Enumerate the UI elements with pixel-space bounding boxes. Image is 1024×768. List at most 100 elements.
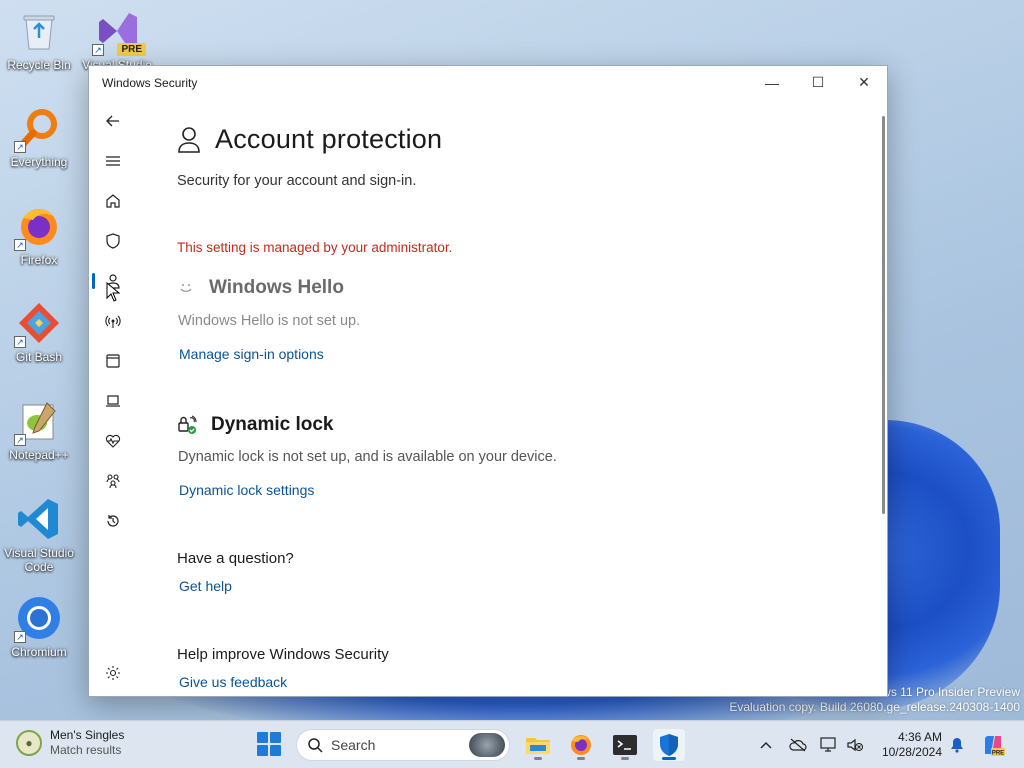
hamburger-menu-icon [106, 156, 120, 166]
back-button[interactable] [89, 103, 137, 139]
shortcut-arrow-icon: ↗ [92, 44, 104, 56]
start-button[interactable] [257, 732, 281, 756]
desktop-icon-git-bash[interactable]: ↗ Git Bash [0, 300, 78, 364]
nav-family-options[interactable] [89, 463, 137, 499]
manage-sign-in-options-link[interactable]: Manage sign-in options [179, 346, 324, 362]
dynamic-lock-description: Dynamic lock is not set up, and is avail… [178, 449, 557, 465]
back-arrow-icon [106, 115, 119, 127]
nav-settings[interactable] [89, 655, 137, 691]
taskbar-windows-security[interactable] [653, 729, 685, 761]
svg-text:PRE: PRE [992, 751, 1004, 757]
give-feedback-link[interactable]: Give us feedback [179, 674, 287, 690]
get-help-link[interactable]: Get help [179, 578, 232, 594]
terminal-icon [613, 735, 637, 755]
dynamic-lock-icon [178, 415, 197, 434]
notifications-button[interactable] [947, 735, 967, 755]
search-placeholder: Search [331, 737, 376, 753]
copilot-preview-button[interactable]: PRE [980, 732, 1006, 758]
shortcut-arrow-icon: ↗ [14, 434, 26, 446]
recycle-bin-icon [16, 8, 62, 54]
browser-window-icon [106, 354, 120, 368]
shortcut-arrow-icon: ↗ [14, 239, 26, 251]
desktop-icon-everything[interactable]: ↗ Everything [0, 105, 78, 169]
nav-device-performance-health[interactable] [89, 423, 137, 459]
desktop-icon-vscode[interactable]: Visual Studio Code [0, 496, 78, 574]
firefox-icon: ↗ [14, 203, 62, 251]
watermark-line-2: Evaluation copy. Build 26080.ge_release.… [729, 700, 1020, 714]
page-title: Account protection [215, 124, 443, 154]
speaker-muted-icon [847, 738, 864, 752]
taskbar-search-box[interactable]: Search [296, 729, 510, 761]
shield-icon [660, 734, 678, 756]
windows-logo-icon [257, 732, 268, 743]
windows-hello-description: Windows Hello is not set up. [178, 313, 361, 329]
smiley-hello-icon [180, 284, 192, 292]
dynamic-lock-title: Dynamic lock [211, 414, 334, 435]
page-header: Account protection [177, 124, 442, 155]
desktop-icon-label: Visual Studio Code [4, 546, 74, 574]
taskbar-terminal[interactable] [609, 729, 641, 761]
running-indicator [621, 757, 629, 760]
shortcut-arrow-icon: ↗ [14, 631, 26, 643]
vertical-scrollbar[interactable] [882, 116, 885, 514]
search-highlight-image [469, 733, 505, 757]
minimize-button[interactable]: — [749, 66, 795, 99]
desktop-icon-notepadpp[interactable]: ↗ Notepad++ [0, 398, 78, 462]
taskbar: ● Men's Singles Match results Search 4:3… [0, 720, 1024, 768]
nav-virus-threat-protection[interactable] [89, 223, 137, 259]
onedrive-status[interactable] [788, 735, 808, 755]
show-hidden-icons-button[interactable] [756, 735, 776, 755]
title-bar[interactable]: Windows Security — ☐ ✕ [89, 66, 887, 99]
chevron-up-icon [760, 742, 772, 749]
windows-logo-tile [270, 732, 281, 743]
desktop-icon-visual-studio[interactable]: PRE ↗ Visual Studio 2022 [78, 8, 156, 72]
git-bash-icon: ↗ [14, 300, 62, 348]
windows-hello-header: Windows Hello [177, 277, 344, 299]
cloud-offline-icon [789, 738, 807, 752]
desktop-icon-firefox[interactable]: ↗ Firefox [0, 203, 78, 267]
dynamic-lock-settings-link[interactable]: Dynamic lock settings [179, 482, 314, 498]
desktop-icon-label: Everything [10, 155, 68, 169]
widget-subtitle: Match results [50, 743, 122, 757]
laptop-icon [106, 395, 120, 407]
nav-app-browser-control[interactable] [89, 343, 137, 379]
admin-managed-notice: This setting is managed by your administ… [177, 240, 453, 255]
windows-security-window: Windows Security — ☐ ✕ Account protectio… [88, 65, 888, 697]
have-a-question-heading: Have a question? [177, 550, 294, 567]
window-title: Windows Security [102, 75, 198, 90]
nav-device-security[interactable] [89, 383, 137, 419]
desktop-icon-label: Recycle Bin [7, 58, 71, 72]
widgets-button[interactable]: ● Men's Singles Match results [16, 728, 124, 758]
desktop-icon-recycle-bin[interactable]: Recycle Bin [0, 8, 78, 72]
family-icon [106, 474, 120, 489]
taskbar-clock[interactable]: 4:36 AM 10/28/2024 [872, 730, 942, 760]
running-indicator [662, 757, 676, 760]
heart-pulse-icon [105, 434, 121, 448]
menu-button[interactable] [89, 143, 137, 179]
page-subtitle: Security for your account and sign-in. [177, 173, 417, 189]
mouse-cursor-icon [106, 282, 120, 302]
taskbar-firefox[interactable] [565, 729, 597, 761]
desktop-icon-label: Chromium [11, 645, 67, 659]
nav-home[interactable] [89, 183, 137, 219]
shield-icon [106, 233, 120, 249]
maximize-button[interactable]: ☐ [795, 66, 841, 99]
network-monitor-icon [820, 737, 836, 752]
navigation-pane [89, 99, 137, 696]
shortcut-arrow-icon: ↗ [14, 336, 26, 348]
windows-logo-tile [270, 745, 281, 756]
history-clock-icon [107, 515, 119, 527]
widget-title: Men's Singles [50, 728, 125, 742]
nav-protection-history[interactable] [89, 503, 137, 539]
running-indicator [577, 757, 585, 760]
desktop-icon-label: Git Bash [15, 350, 63, 364]
volume-status[interactable] [845, 735, 865, 755]
nav-firewall-network[interactable] [89, 303, 137, 339]
tennis-widget-icon: ● [16, 730, 42, 756]
taskbar-file-explorer[interactable] [522, 729, 554, 761]
close-button[interactable]: ✕ [841, 66, 887, 99]
desktop-icon-label: Notepad++ [9, 448, 69, 462]
windows-hello-title: Windows Hello [209, 277, 344, 298]
network-status[interactable] [819, 735, 839, 755]
desktop-icon-chromium[interactable]: ↗ Chromium [0, 595, 78, 659]
